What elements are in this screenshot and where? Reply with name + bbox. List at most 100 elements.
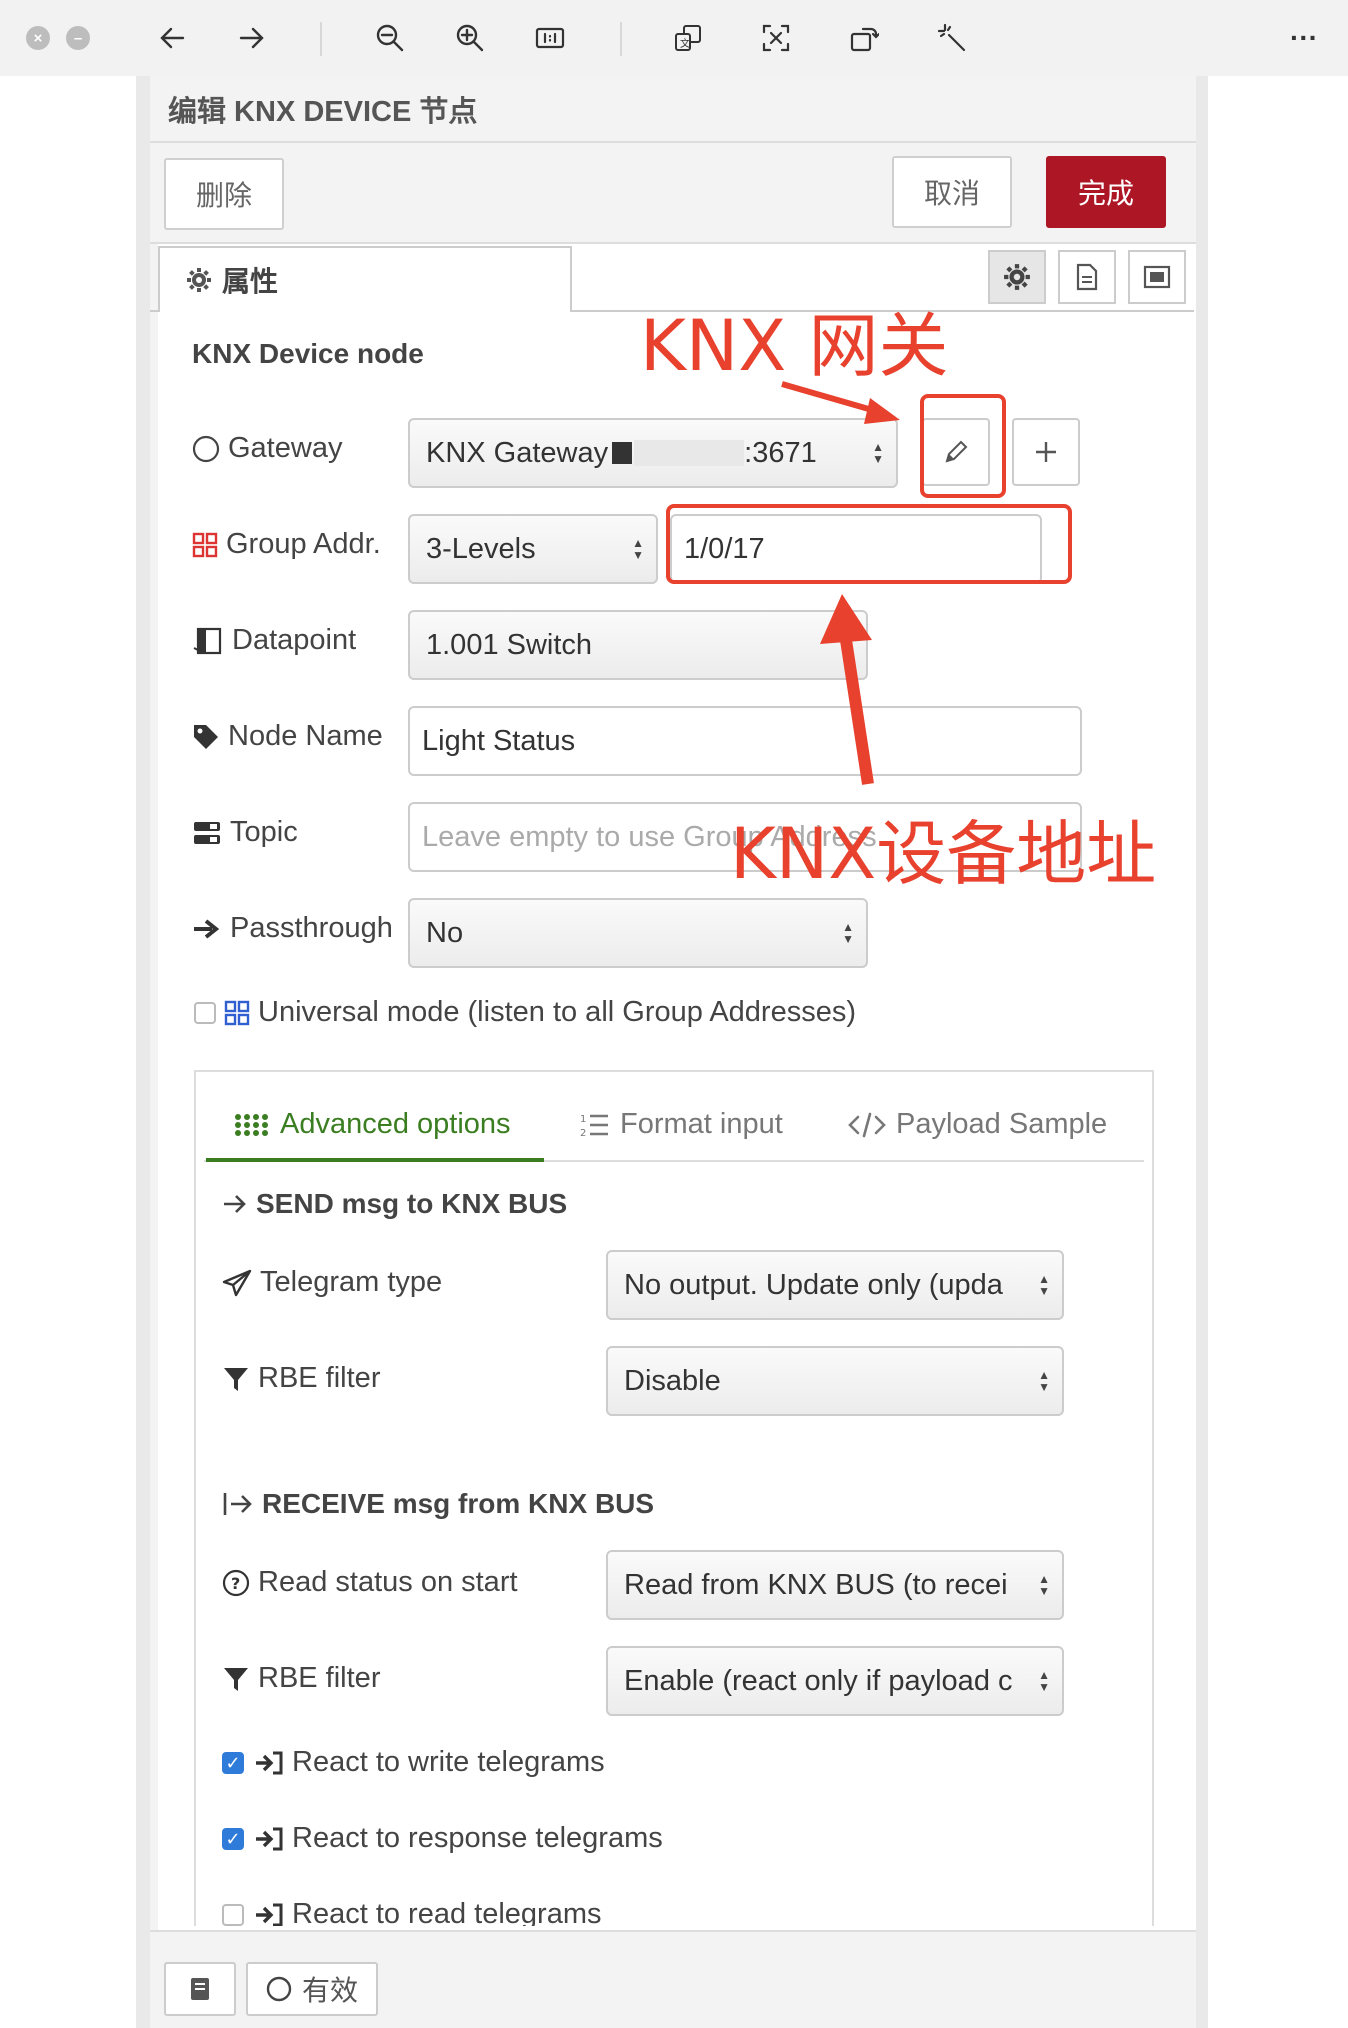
receive-rbe-select[interactable]: Enable (react only if payload c ▲ ▼ [606,1646,1064,1716]
tab-payload-sample[interactable]: Payload Sample [848,1108,1107,1141]
react-write-checkbox[interactable]: ✓ [222,1752,244,1774]
gateway-circle-icon [192,435,220,462]
advanced-panel: Advanced options 12 Format input Payload… [194,1070,1154,1926]
svg-text:?: ? [231,1574,240,1593]
svg-text:2: 2 [580,1128,586,1138]
enabled-toggle[interactable]: 有效 [246,1962,378,2016]
zoom-in-icon[interactable] [450,18,490,58]
select-arrows-icon: ▲ ▼ [632,536,644,562]
tray-title: 编辑 KNX DEVICE 节点 [168,96,478,128]
react-read-checkbox[interactable] [222,1904,244,1926]
tab-properties-label: 属性 [222,266,279,297]
sign-in-icon [256,1903,283,1926]
tab-properties[interactable]: 属性 [158,246,572,312]
translate-icon[interactable]: 文 [668,18,708,58]
react-write-label: React to write telegrams [254,1746,605,1779]
gateway-redacted-blur [634,440,745,466]
group-levels-select[interactable]: 3-Levels ▲ ▼ [408,514,658,584]
send-section-title: SEND msg to KNX BUS [222,1188,567,1220]
tab-description[interactable] [1058,250,1116,304]
select-arrows-icon: ▲ ▼ [1038,1272,1050,1298]
gateway-select[interactable]: KNX Gateway :3671 ▲ ▼ [408,418,898,488]
datapoint-select[interactable]: 1.001 Switch [408,610,868,680]
topic-label: Topic [192,816,298,849]
telegram-type-label: Telegram type [222,1266,442,1299]
receive-rbe-label: RBE filter [222,1662,380,1695]
done-button[interactable]: 完成 [1046,156,1166,228]
gateway-edit-highlight [920,394,1006,498]
select-arrows-icon: ▲ ▼ [1038,1572,1050,1598]
magic-wand-icon[interactable] [932,18,972,58]
question-circle-icon: ? [222,1569,250,1596]
react-response-label: React to response telegrams [254,1822,663,1855]
datapoint-icon [193,627,222,654]
right-gutter [1196,76,1208,2028]
actual-size-icon[interactable] [530,18,570,58]
code-icon [848,1112,886,1137]
gateway-label: Gateway [192,432,342,465]
tab-format-input[interactable]: 12 Format input [580,1108,783,1141]
tray-header: 编辑 KNX DEVICE 节点 [150,76,1196,143]
plus-icon [1036,442,1056,462]
read-status-label: ? Read status on start [222,1566,518,1599]
help-button[interactable] [164,1962,236,2016]
group-addr-label: Group Addr. [192,528,381,561]
viewer-toolbar: × – 文 ··· [0,0,1348,76]
book-icon [191,1978,209,2000]
ocr-icon[interactable] [756,18,796,58]
group-address-highlight [666,504,1072,584]
universal-icon [224,1000,250,1025]
send-rbe-select[interactable]: Disable ▲ ▼ [606,1346,1064,1416]
tab-node-settings[interactable] [988,250,1046,304]
node-section-title: KNX Device node [192,338,424,369]
close-circle-icon[interactable]: × [26,26,50,50]
tab-appearance[interactable] [1128,250,1186,304]
telegram-type-select[interactable]: No output. Update only (upda ▲ ▼ [606,1250,1064,1320]
grid-dots-icon [235,1113,268,1136]
tab-advanced-options[interactable]: Advanced options [234,1108,511,1141]
react-response-checkbox[interactable]: ✓ [222,1828,244,1850]
arrow-right-icon [194,918,220,939]
cancel-button[interactable]: 取消 [892,156,1012,228]
forward-arrow-icon[interactable] [232,18,272,58]
device-address-annotation: KNX设备地址 [730,813,1157,895]
universal-mode-label: Universal mode (listen to all Group Addr… [224,996,856,1029]
arrow-right-icon [224,1195,246,1213]
svg-text:文: 文 [680,37,690,50]
select-arrows-icon: ▲ ▼ [872,440,884,466]
select-arrows-icon: ▲ ▼ [842,920,854,946]
tray-footer: 有效 [150,1930,1196,2028]
ordered-list-icon: 12 [580,1114,608,1138]
sign-in-icon [256,1751,283,1774]
back-arrow-icon[interactable] [152,18,192,58]
left-gutter [136,76,150,2028]
select-arrows-icon: ▲ ▼ [1038,1668,1050,1694]
tasks-icon [194,821,220,844]
receive-arrow-icon [223,1493,252,1515]
read-status-select[interactable]: Read from KNX BUS (to recei ▲ ▼ [606,1550,1064,1620]
passthrough-select[interactable]: No ▲ ▼ [408,898,868,968]
svg-text:1: 1 [580,1114,586,1125]
passthrough-label: Passthrough [192,912,393,945]
minimize-circle-icon[interactable]: – [66,26,90,50]
sign-in-icon [256,1827,283,1850]
node-name-input[interactable]: Light Status [408,706,1082,776]
rotate-icon[interactable] [844,18,884,58]
more-icon[interactable]: ··· [1284,18,1324,58]
filter-icon [224,1367,248,1391]
filter-icon [224,1667,248,1691]
send-rbe-label: RBE filter [222,1362,380,1395]
circle-icon [266,1976,292,2002]
gear-icon [187,268,211,292]
document-icon [1076,263,1098,291]
add-gateway-button[interactable] [1012,418,1080,486]
select-arrows-icon: ▲ ▼ [1038,1368,1050,1394]
group-address-icon [192,532,218,557]
universal-mode-checkbox[interactable] [194,1002,216,1024]
appearance-icon [1143,265,1171,289]
zoom-out-icon[interactable] [370,18,410,58]
paper-plane-icon [222,1269,252,1296]
gateway-redacted [612,442,633,464]
react-read-label: React to read telegrams [254,1898,601,1926]
delete-button[interactable]: 删除 [164,158,284,230]
